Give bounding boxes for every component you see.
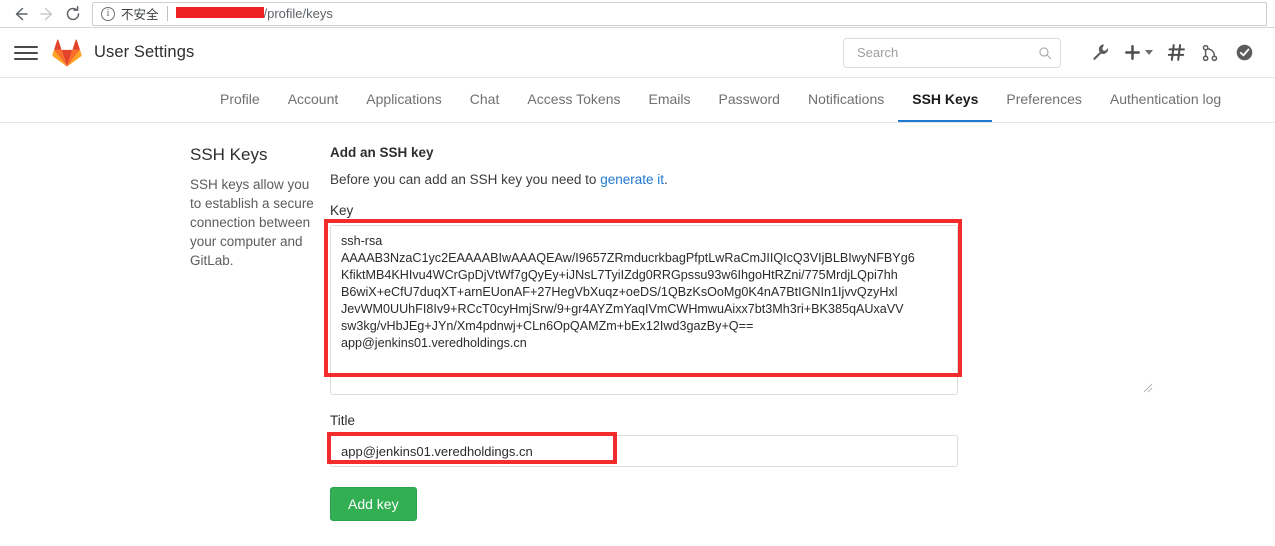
search-icon[interactable]: [1038, 46, 1052, 60]
tab-profile[interactable]: Profile: [206, 78, 274, 122]
search-box[interactable]: [843, 37, 1061, 68]
tab-ssh-keys[interactable]: SSH Keys: [898, 78, 993, 122]
gitlab-logo-icon[interactable]: [52, 39, 82, 67]
todos-check-icon[interactable]: [1227, 36, 1261, 70]
add-ssh-key-form: Add an SSH key Before you can add an SSH…: [324, 145, 1275, 521]
reload-button[interactable]: [60, 1, 86, 27]
form-subtext: Before you can add an SSH key you need t…: [330, 172, 1155, 187]
back-button[interactable]: [8, 1, 34, 27]
url-path: /profile/keys: [263, 6, 333, 21]
security-status-label: 不安全: [121, 7, 159, 22]
hamburger-icon[interactable]: [14, 41, 38, 65]
address-bar[interactable]: i 不安全 /profile/keys: [92, 1, 1267, 26]
title-field-label: Title: [330, 413, 356, 428]
resize-handle-icon[interactable]: [1141, 381, 1153, 393]
form-subtext-before: Before you can add an SSH key you need t…: [330, 172, 601, 187]
tab-password[interactable]: Password: [705, 78, 794, 122]
tab-notifications[interactable]: Notifications: [794, 78, 898, 122]
navbar-actions: [843, 36, 1261, 70]
wrench-icon[interactable]: [1083, 36, 1117, 70]
tab-emails[interactable]: Emails: [634, 78, 704, 122]
form-heading: Add an SSH key: [330, 145, 434, 160]
gitlab-navbar: User Settings: [0, 28, 1275, 78]
settings-tabs: Profile Account Applications Chat Access…: [0, 78, 1275, 123]
merge-request-icon[interactable]: [1193, 36, 1227, 70]
ssh-keys-info-panel: SSH Keys SSH keys allow you to establish…: [0, 145, 330, 521]
redacted-host: [175, 7, 264, 18]
ssh-keys-description: SSH keys allow you to establish a secure…: [190, 177, 314, 268]
tab-applications[interactable]: Applications: [352, 78, 456, 122]
chevron-down-icon: [1144, 50, 1153, 55]
key-field-wrapper: [324, 219, 1155, 395]
generate-it-link[interactable]: generate it: [600, 172, 664, 187]
plus-icon: [1124, 45, 1140, 60]
title-field-wrapper: [327, 432, 1155, 467]
tab-chat[interactable]: Chat: [456, 78, 514, 122]
ssh-key-textarea[interactable]: [330, 225, 958, 395]
info-icon[interactable]: i: [101, 6, 115, 21]
ssh-keys-heading: SSH Keys: [190, 145, 268, 164]
arrow-left-icon: [15, 7, 28, 20]
form-subtext-after: .: [663, 172, 668, 187]
tab-authentication-log[interactable]: Authentication log: [1096, 78, 1235, 122]
forward-button[interactable]: [34, 1, 60, 27]
browser-toolbar: i 不安全 /profile/keys: [0, 0, 1275, 28]
new-item-button[interactable]: [1117, 36, 1159, 70]
search-input[interactable]: [855, 44, 1038, 61]
hash-icon[interactable]: [1159, 36, 1193, 70]
key-field-label: Key: [330, 203, 354, 218]
settings-content: SSH Keys SSH keys allow you to establish…: [0, 123, 1275, 521]
tab-preferences[interactable]: Preferences: [992, 78, 1095, 122]
page-title: User Settings: [94, 43, 195, 61]
omnibox-divider: [166, 6, 168, 21]
tab-account[interactable]: Account: [274, 78, 353, 122]
ssh-key-title-input[interactable]: [330, 435, 958, 467]
add-key-button[interactable]: Add key: [330, 487, 417, 521]
arrow-right-icon: [40, 7, 53, 20]
tab-access-tokens[interactable]: Access Tokens: [513, 78, 634, 122]
reload-icon: [66, 5, 80, 20]
